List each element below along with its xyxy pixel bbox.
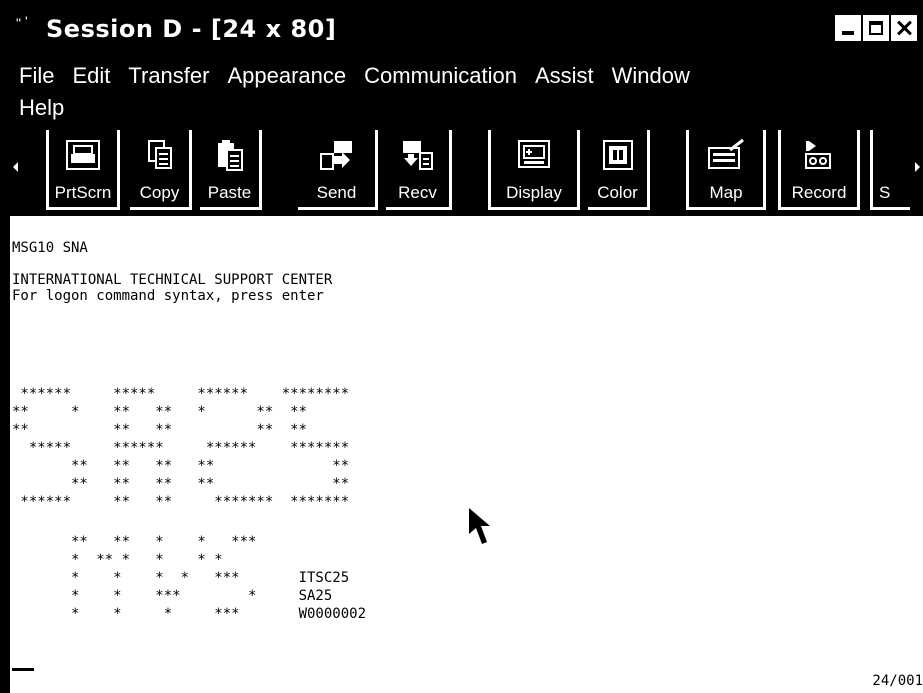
color-button[interactable]: Color [588,130,650,210]
terminal-line: For logon command syntax, press enter [12,288,324,304]
mouse-pointer-icon [469,508,490,544]
terminal-line: * * *** * SA25 [12,588,333,604]
terminal-line: ** * ** ** * ** ** [12,404,308,420]
window-title: Session D - [24 x 80] [46,15,337,43]
menu-edit[interactable]: Edit [63,63,119,89]
paste-icon [217,140,243,171]
menu-assist[interactable]: Assist [526,63,603,89]
record-icon [805,141,831,169]
send-icon [319,141,352,170]
terminal-line: ****** ***** ****** ******** [12,386,350,402]
terminal-line: ***** ****** ****** ******* [12,440,350,456]
record-button[interactable]: Record [778,130,860,210]
menu-file[interactable]: File [10,63,63,89]
text-cursor [12,668,34,671]
map-button[interactable]: Map [686,130,766,210]
session-window: " ' Session D - [24 x 80] File Edit Trans… [0,0,923,693]
paste-label: Paste [207,183,252,202]
color-icon [602,140,633,170]
terminal-screen[interactable]: MSG10 SNA INTERNATIONAL TECHNICAL SUPPOR… [10,216,923,693]
menu-transfer[interactable]: Transfer [119,63,218,89]
toolbar: PrtScrn Copy Paste Send Recv Display Col… [10,126,923,214]
menu-communication[interactable]: Communication [355,63,526,89]
paste-button[interactable]: Paste [200,130,262,210]
terminal-line: INTERNATIONAL TECHNICAL SUPPORT CENTER [12,272,333,288]
prtscrn-label: PrtScrn [54,183,112,202]
terminal-line: * * * *** W0000002 [12,606,367,622]
display-label: Display [506,183,562,202]
close-button[interactable] [890,14,918,42]
terminal-line: ****** ** ** ******* ******* [12,494,350,510]
menu-bar: File Edit Transfer Appearance Communicat… [10,48,923,126]
partial-toolbar-label: S [879,183,891,202]
terminal-line: ** ** ** ** ** [12,422,308,438]
recv-label: Recv [398,183,437,202]
menu-window[interactable]: Window [603,63,699,89]
menu-help[interactable]: Help [10,95,73,121]
terminal-line: ** ** ** ** ** [12,476,350,492]
terminal-line: MSG10 SNA [12,240,88,256]
send-label: Send [316,183,357,202]
partial-toolbar-button[interactable]: S [870,130,910,210]
menu-appearance[interactable]: Appearance [218,63,355,89]
prtscrn-button[interactable]: PrtScrn [46,130,120,210]
map-label: Map [709,183,743,202]
terminal-line: ** ** * * *** [12,534,257,550]
map-icon [708,138,744,169]
display-button[interactable]: Display [488,130,580,210]
record-label: Record [791,183,847,202]
maximize-button[interactable] [862,14,890,42]
copy-icon [147,140,172,169]
send-button[interactable]: Send [298,130,378,210]
copy-button[interactable]: Copy [130,130,192,210]
copy-label: Copy [139,183,180,202]
terminal-line: * ** * * * * [12,552,223,568]
system-menu-icon[interactable]: " ' [16,10,46,48]
terminal-line: * * * * *** ITSC25 [12,570,350,586]
display-icon [518,140,550,168]
minimize-button[interactable] [834,14,862,42]
receive-icon [402,141,433,170]
color-label: Color [597,183,638,202]
terminal-line: ** ** ** ** ** [12,458,350,474]
toolbar-scroll-left-icon[interactable] [13,162,18,172]
printer-icon [66,140,100,170]
title-bar[interactable]: " ' Session D - [24 x 80] [10,10,923,48]
cursor-position: 24/001 [872,673,923,689]
toolbar-scroll-right-icon[interactable] [915,162,920,172]
recv-button[interactable]: Recv [386,130,452,210]
